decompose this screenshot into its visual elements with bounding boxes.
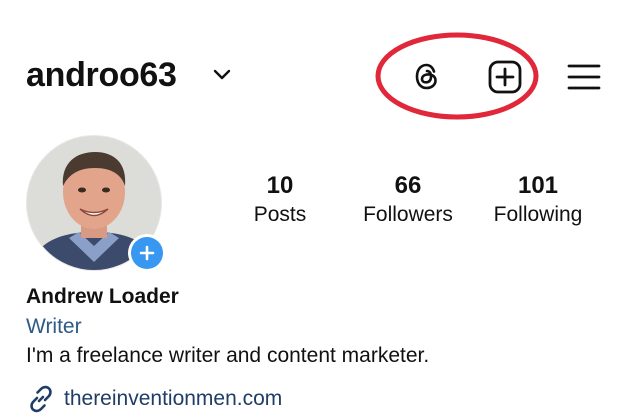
stat-posts[interactable]: 10 Posts (220, 172, 340, 230)
stat-following-value: 101 (517, 172, 559, 199)
profile-category: Writer (26, 315, 82, 338)
profile-bio: I'm a freelance writer and content marke… (26, 344, 430, 367)
profile-name: Andrew Loader (26, 285, 179, 308)
chevron-down-icon[interactable] (212, 68, 232, 82)
add-story-button[interactable] (128, 234, 166, 272)
stat-following[interactable]: 101 Following (478, 172, 598, 230)
profile-username[interactable]: androo63 (26, 52, 177, 98)
stat-following-label: Following (493, 203, 583, 226)
plus-icon (139, 245, 155, 261)
profile-link[interactable]: thereinventionmen.com (64, 385, 282, 413)
menu-icon[interactable] (566, 62, 602, 92)
stat-followers[interactable]: 66 Followers (348, 172, 468, 230)
stat-followers-value: 66 (394, 172, 422, 199)
stat-followers-label: Followers (363, 203, 453, 226)
stat-posts-value: 10 (266, 172, 294, 199)
add-badge-inner (131, 237, 163, 269)
link-icon (30, 385, 52, 413)
annotation-ellipse (375, 32, 539, 120)
stat-posts-label: Posts (253, 203, 307, 226)
